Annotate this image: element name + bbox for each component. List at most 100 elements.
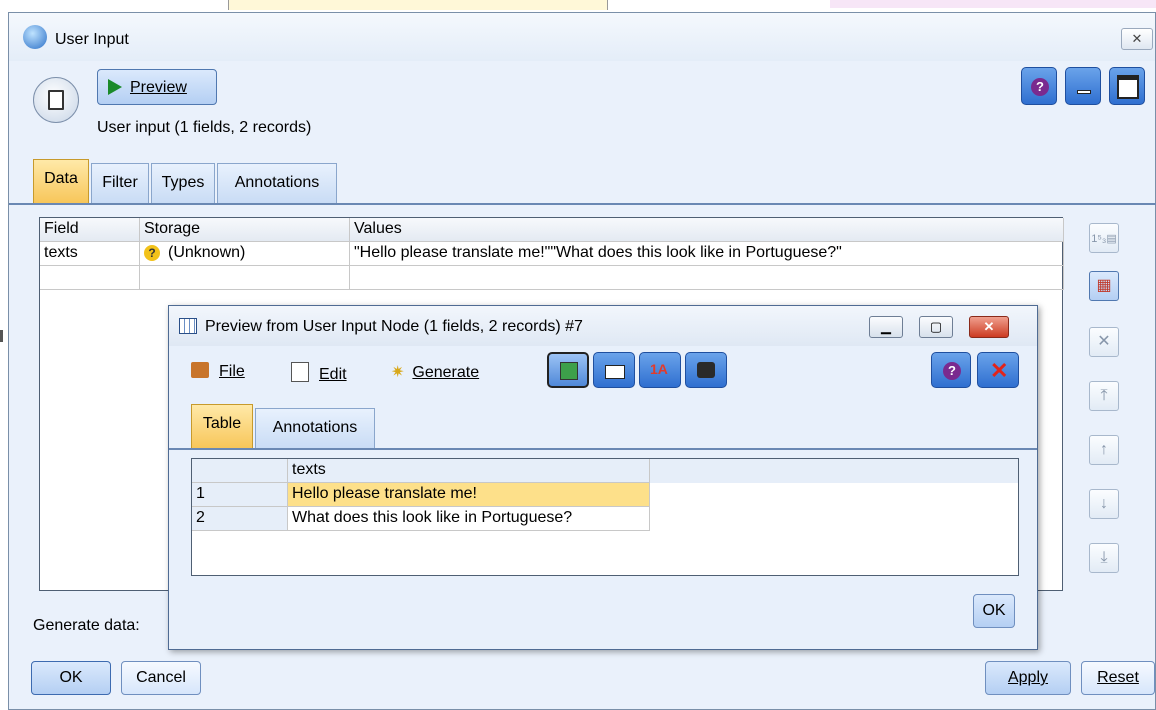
dialog-help-button[interactable]: ? xyxy=(931,352,971,388)
reset-button[interactable]: Reset xyxy=(1081,661,1155,695)
numbers-icon: 1⁵₃▤ xyxy=(1091,233,1117,245)
generate-icon: ✷ xyxy=(391,364,405,381)
row-number: 2 xyxy=(192,507,288,531)
column-header-values[interactable]: Values xyxy=(350,218,1064,242)
tab-table[interactable]: Table xyxy=(191,404,253,448)
preview-label: Preview xyxy=(130,79,187,96)
close-button[interactable]: ✕ xyxy=(1121,28,1153,50)
empty-cell[interactable] xyxy=(350,266,1064,290)
move-top-button[interactable]: ⤒ xyxy=(1089,381,1119,411)
menu-edit[interactable]: Edit xyxy=(291,362,347,384)
move-up-button[interactable]: ↑ xyxy=(1089,435,1119,465)
move-top-icon: ⤒ xyxy=(1100,387,1108,404)
dialog-title-bar: Preview from User Input Node (1 fields, … xyxy=(169,306,1037,346)
move-down-button[interactable]: ↓ xyxy=(1089,489,1119,519)
find-button[interactable] xyxy=(685,352,727,388)
numbers-button[interactable]: 1⁵₃▤ xyxy=(1089,223,1119,253)
reset-label: Reset xyxy=(1097,669,1139,686)
maximize-icon xyxy=(1117,75,1139,99)
background-window-strip xyxy=(228,0,608,10)
tab-preview-annotations[interactable]: Annotations xyxy=(255,408,375,448)
generate-data-label: Generate data: xyxy=(33,617,140,634)
storage-value: (Unknown) xyxy=(168,244,246,261)
dialog-close-button[interactable]: ✕ xyxy=(969,316,1009,338)
delete-button[interactable]: ✕ xyxy=(1089,327,1119,357)
window-title: User Input xyxy=(55,31,129,48)
dialog-tab-underline xyxy=(169,448,1037,450)
tab-filter[interactable]: Filter xyxy=(91,163,149,203)
tab-annotations[interactable]: Annotations xyxy=(217,163,337,203)
move-up-icon: ↑ xyxy=(1100,441,1108,458)
node-summary: User input (1 fields, 2 records) xyxy=(97,119,312,136)
maximize-button[interactable] xyxy=(1109,67,1145,105)
column-header-field[interactable]: Field xyxy=(40,218,140,242)
help-button[interactable]: ? xyxy=(1021,67,1057,105)
tab-data[interactable]: Data xyxy=(33,159,89,203)
move-bottom-button[interactable]: ⤓ xyxy=(1089,543,1119,573)
node-icon xyxy=(33,77,79,123)
column-header-texts[interactable]: texts xyxy=(288,459,650,483)
cell-storage[interactable]: ? (Unknown) xyxy=(140,242,350,266)
edit-icon xyxy=(291,362,309,382)
delete-icon: ✕ xyxy=(1097,333,1111,350)
insert-field-icon: ▦ xyxy=(1096,277,1112,294)
print-button[interactable] xyxy=(593,352,635,388)
move-bottom-icon: ⤓ xyxy=(1100,549,1108,566)
cell-field[interactable]: texts xyxy=(40,242,140,266)
row-number: 1 xyxy=(192,483,288,507)
column-header-storage[interactable]: Storage xyxy=(140,218,350,242)
copy-icon xyxy=(560,362,578,380)
apply-label: Apply xyxy=(1007,669,1049,686)
sort-button[interactable]: 1A xyxy=(639,352,681,388)
sort-icon: 1A xyxy=(650,361,668,377)
print-icon xyxy=(605,365,625,379)
table-icon xyxy=(179,318,197,334)
tab-types[interactable]: Types xyxy=(151,163,215,203)
dialog-menu-bar: File Edit ✷ Generate 1A ? ✕ xyxy=(169,346,1037,392)
insert-field-button[interactable]: ▦ xyxy=(1089,271,1119,301)
close-icon: ✕ xyxy=(990,358,1009,383)
table-cell[interactable]: Hello please translate me! xyxy=(288,483,650,507)
empty-cell[interactable] xyxy=(40,266,140,290)
edge-mark xyxy=(0,330,3,342)
close-icon: ✕ xyxy=(1131,31,1143,46)
cancel-button[interactable]: Cancel xyxy=(121,661,201,695)
dialog-minimize-button[interactable]: ▁ xyxy=(869,316,903,338)
menu-edit-label: Edit xyxy=(319,366,347,383)
menu-generate[interactable]: ✷ Generate xyxy=(391,362,479,382)
menu-file-label: File xyxy=(219,363,245,380)
app-icon xyxy=(23,25,47,49)
background-window-strip xyxy=(830,0,1156,8)
ok-button[interactable]: OK xyxy=(31,661,111,695)
menu-generate-label: Generate xyxy=(412,364,480,381)
empty-cell[interactable] xyxy=(140,266,350,290)
file-icon xyxy=(191,362,209,378)
preview-table: texts 1 Hello please translate me! 2 Wha… xyxy=(191,458,1019,576)
row-number-header xyxy=(192,459,288,483)
cell-values[interactable]: "Hello please translate me!""What does t… xyxy=(350,242,1064,266)
minimize-icon: ▁ xyxy=(881,319,891,334)
binoculars-icon xyxy=(697,362,715,378)
maximize-icon: ▢ xyxy=(929,319,943,334)
copy-button[interactable] xyxy=(547,352,589,388)
minimize-icon xyxy=(1077,90,1091,94)
minimize-button[interactable] xyxy=(1065,67,1101,105)
document-icon xyxy=(48,90,64,110)
unknown-storage-icon: ? xyxy=(144,245,160,261)
move-down-icon: ↓ xyxy=(1100,495,1108,512)
preview-dialog: Preview from User Input Node (1 fields, … xyxy=(168,305,1038,650)
dialog-maximize-button[interactable]: ▢ xyxy=(919,316,953,338)
apply-button[interactable]: Apply xyxy=(985,661,1071,695)
help-icon: ? xyxy=(943,362,961,380)
dialog-close-icon-button[interactable]: ✕ xyxy=(977,352,1019,388)
help-icon: ? xyxy=(1031,78,1049,96)
preview-button[interactable]: Preview xyxy=(97,69,217,105)
play-icon xyxy=(108,79,122,95)
menu-file[interactable]: File xyxy=(191,362,245,381)
tab-underline xyxy=(9,203,1156,205)
dialog-title: Preview from User Input Node (1 fields, … xyxy=(205,318,583,335)
close-icon: ✕ xyxy=(983,319,995,334)
dialog-ok-button[interactable]: OK xyxy=(973,594,1015,628)
table-cell[interactable]: What does this look like in Portuguese? xyxy=(288,507,650,531)
title-bar: User Input ✕ xyxy=(9,13,1155,61)
